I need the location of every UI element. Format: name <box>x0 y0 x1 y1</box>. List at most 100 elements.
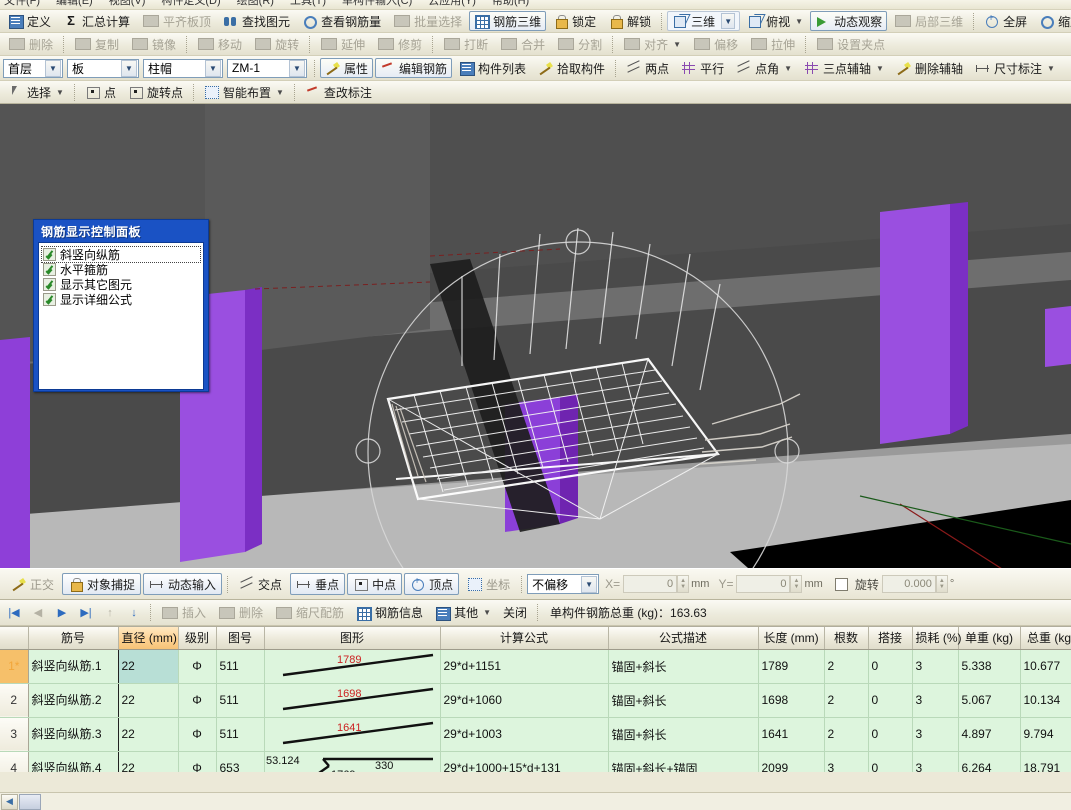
rotate-checkbox[interactable] <box>834 577 848 591</box>
menu-item-file[interactable]: 文件(F) <box>4 0 40 7</box>
cell-count[interactable]: 2 <box>824 649 869 684</box>
chevron-down-icon-select[interactable]: ▼ <box>56 88 64 97</box>
table-row[interactable]: 3 斜竖向纵筋.3 22 Φ 511 1641 29*d+1003 锚固+斜长 … <box>0 717 1071 752</box>
chevron-down-icon[interactable]: ▼ <box>795 17 803 26</box>
menu-item-edit[interactable]: 编辑(E) <box>56 0 93 7</box>
cell-grade[interactable]: Φ <box>178 717 217 752</box>
chevron-down-icon-dimension[interactable]: ▼ <box>1047 64 1055 73</box>
cell-grade[interactable]: Φ <box>178 683 217 718</box>
x-input[interactable]: 0 <box>623 575 678 593</box>
rotate-point-button[interactable]: 旋转点 <box>123 82 188 102</box>
cell-tuhao[interactable]: 511 <box>216 649 265 684</box>
col-header-formula[interactable]: 计算公式 <box>440 627 609 650</box>
cell-diameter[interactable]: 22 <box>118 649 179 684</box>
close-grid-button[interactable]: 关闭 <box>498 603 532 623</box>
cell-tuhao[interactable]: 511 <box>216 717 265 752</box>
checkbox-icon-2[interactable] <box>43 278 56 291</box>
col-header-count[interactable]: 根数 <box>824 627 869 650</box>
edit-annotation-button[interactable]: 查改标注 <box>300 82 377 102</box>
cell-desc[interactable]: 锚固+斜长 <box>608 649 759 684</box>
x-spinner[interactable]: ▲ ▼ <box>677 575 690 593</box>
vertex-snap-toggle[interactable]: 顶点 <box>404 573 460 595</box>
lock-button[interactable]: 锁定 <box>548 11 601 31</box>
cell-lap[interactable]: 0 <box>868 683 913 718</box>
delete-aux-axis-button[interactable]: 删除辅轴 <box>891 58 968 78</box>
cell-name[interactable]: 斜竖向纵筋.4 <box>28 751 119 772</box>
cell-total-weight[interactable]: 9.794 <box>1020 717 1071 752</box>
move-down-button[interactable]: ↓ <box>123 603 145 623</box>
properties-button[interactable]: 属性 <box>320 58 374 78</box>
menu-item-tools[interactable]: 工具(T) <box>290 0 326 7</box>
scroll-thumb[interactable] <box>19 793 41 810</box>
table-row[interactable]: 1* 斜竖向纵筋.1 22 Φ 511 1789 29*d+1151 锚固+斜长… <box>0 649 1071 684</box>
component-category-combo[interactable]: 板 ▼ <box>67 58 139 78</box>
cell-length[interactable]: 1698 <box>758 683 825 718</box>
next-record-button[interactable]: ▶ <box>51 603 73 623</box>
col-header-total-weight[interactable]: 总重 (kg) <box>1020 627 1071 650</box>
rebar-info-button[interactable]: 钢筋信息 <box>351 603 428 623</box>
cell-desc[interactable]: 锚固+斜长 <box>608 683 759 718</box>
cell-desc[interactable]: 锚固+斜长 <box>608 717 759 752</box>
cell-total-weight[interactable]: 10.677 <box>1020 649 1071 684</box>
view-3d-dropdown[interactable]: ▼ <box>721 13 736 29</box>
rebar-panel-item-1[interactable]: 水平箍筋 <box>42 262 200 277</box>
chevron-down-icon-floor[interactable]: ▼ <box>45 59 61 77</box>
row-header[interactable]: 2 <box>0 683 29 718</box>
checkbox-icon-1[interactable] <box>43 263 56 276</box>
view-rebar-qty-button[interactable]: 查看钢筋量 <box>297 11 386 31</box>
col-header-diameter[interactable]: 直径 (mm) <box>118 627 179 650</box>
last-record-button[interactable]: ▶| <box>75 603 97 623</box>
col-header-unit-weight[interactable]: 单重 (kg) <box>958 627 1021 650</box>
cell-loss[interactable]: 3 <box>912 717 959 752</box>
rebar-display-panel[interactable]: 钢筋显示控制面板 斜竖向纵筋 水平箍筋 显示其它图元 显示详细公式 <box>33 219 209 392</box>
row-header[interactable]: 4 <box>0 751 29 772</box>
cell-desc[interactable]: 锚固+斜长+锚固 <box>608 751 759 772</box>
zoom-button[interactable]: 缩放 ▼ <box>1034 11 1071 31</box>
cell-count[interactable]: 2 <box>824 683 869 718</box>
3d-viewport[interactable]: 10 Z Y X 钢筋显示控制面板 斜竖向纵筋 <box>0 104 1071 568</box>
cell-lap[interactable]: 0 <box>868 649 913 684</box>
cell-length[interactable]: 1789 <box>758 649 825 684</box>
fullscreen-button[interactable]: 全屏 <box>979 11 1032 31</box>
dynamic-input-toggle[interactable]: 动态输入 <box>143 573 223 595</box>
summary-calc-button[interactable]: Σ 汇总计算 <box>58 11 135 31</box>
smart-layout-button[interactable]: 智能布置 ▼ <box>199 82 289 102</box>
orbit-button[interactable]: 动态观察 <box>810 11 888 31</box>
cell-total-weight[interactable]: 18.791 <box>1020 751 1071 772</box>
col-header-length[interactable]: 长度 (mm) <box>758 627 825 650</box>
prev-record-button[interactable]: ◀ <box>27 603 49 623</box>
unlock-button[interactable]: 解锁 <box>603 11 656 31</box>
scroll-left-button[interactable]: ◀ <box>1 793 18 810</box>
component-type-combo[interactable]: 柱帽 ▼ <box>143 58 223 78</box>
cell-loss[interactable]: 3 <box>912 649 959 684</box>
cell-shape[interactable]: 1698 <box>264 683 441 718</box>
cell-unit-weight[interactable]: 5.338 <box>958 649 1021 684</box>
cell-name[interactable]: 斜竖向纵筋.2 <box>28 683 119 718</box>
rotate-spinner[interactable]: ▲ ▼ <box>935 575 948 593</box>
find-element-button[interactable]: 查找图元 <box>218 11 295 31</box>
chevron-down-icon-smart[interactable]: ▼ <box>276 88 284 97</box>
dimension-button[interactable]: 尺寸标注 ▼ <box>970 58 1060 78</box>
col-header-rowhdr[interactable] <box>0 627 29 650</box>
col-header-loss[interactable]: 损耗 (%) <box>912 627 962 650</box>
checkbox-icon-0[interactable] <box>43 248 56 261</box>
menu-item-cloud[interactable]: 云应用(Y) <box>428 0 476 7</box>
chevron-down-icon-name[interactable]: ▼ <box>289 59 305 77</box>
cell-unit-weight[interactable]: 6.264 <box>958 751 1021 772</box>
table-row[interactable]: 4 斜竖向纵筋.4 22 Φ 653 53.124 330 1769 <box>0 751 1071 772</box>
rebar-panel-item-0[interactable]: 斜竖向纵筋 <box>41 246 201 263</box>
parallel-axis-button[interactable]: 平行 <box>676 58 729 78</box>
view-3d-button[interactable]: 三维 ▼ <box>667 11 741 31</box>
move-up-button[interactable]: ↑ <box>99 603 121 623</box>
menu-bar[interactable]: 文件(F) 编辑(E) 视图(V) 构件定义(D) 绘图(R) 工具(T) 单构… <box>0 0 1071 10</box>
table-row[interactable]: 2 斜竖向纵筋.2 22 Φ 511 1698 29*d+1060 锚固+斜长 … <box>0 683 1071 718</box>
perpendicular-snap-toggle[interactable]: 垂点 <box>290 573 346 595</box>
point-button[interactable]: 点 <box>80 82 121 102</box>
chevron-down-icon-other[interactable]: ▼ <box>483 608 491 617</box>
cell-loss[interactable]: 3 <box>912 751 959 772</box>
cell-tuhao[interactable]: 511 <box>216 683 265 718</box>
cell-shape[interactable]: 1641 <box>264 717 441 752</box>
floor-combo[interactable]: 首层 ▼ <box>3 58 63 78</box>
col-header-shape[interactable]: 图形 <box>264 627 441 650</box>
edit-rebar-button[interactable]: 编辑钢筋 <box>375 58 453 78</box>
